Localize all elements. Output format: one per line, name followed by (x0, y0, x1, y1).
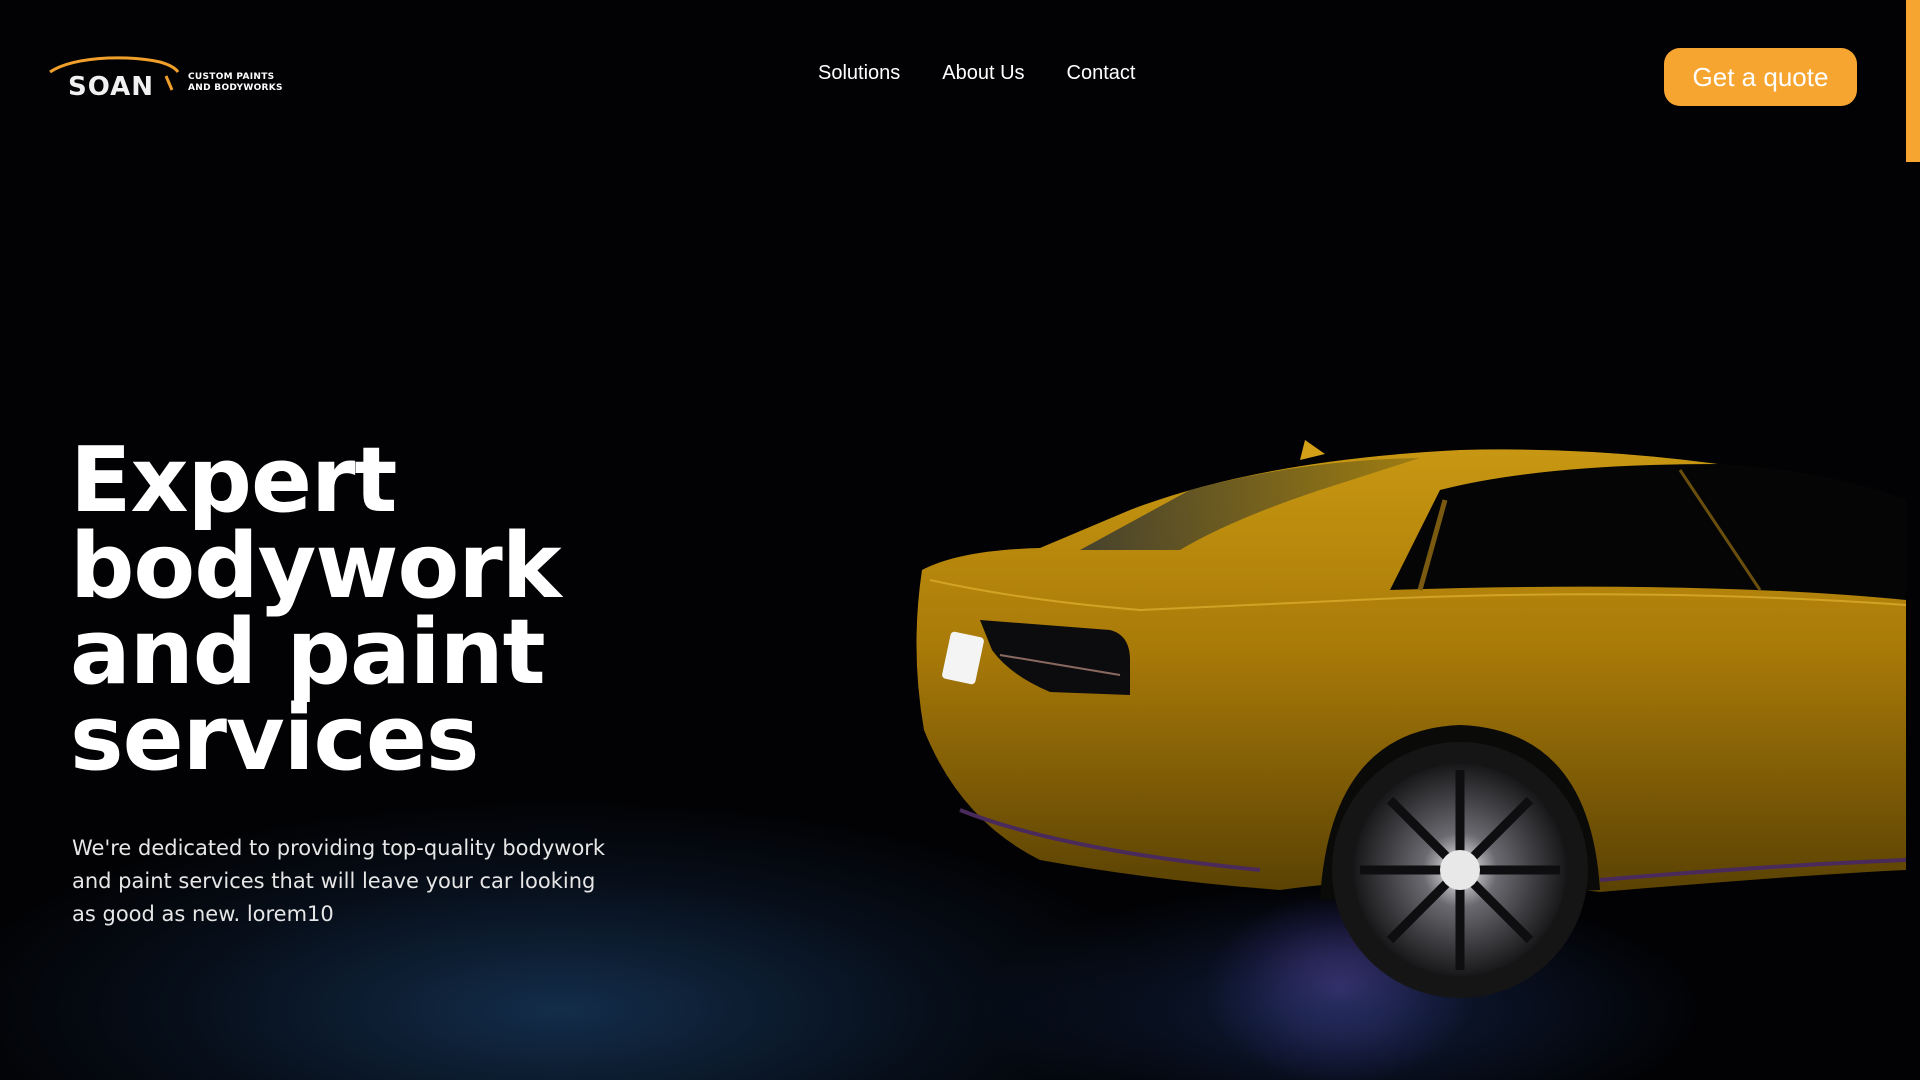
site-header: SOAN CUSTOM PAINTS AND BODYWORKS Solutio… (0, 0, 1920, 160)
logo-wordmark: SOAN (68, 72, 155, 102)
scrollbar-thumb[interactable] (1906, 0, 1920, 162)
tagline-line2: AND BODYWORKS (188, 83, 283, 93)
landing-page: SOAN CUSTOM PAINTS AND BODYWORKS Solutio… (0, 0, 1920, 1080)
get-a-quote-button[interactable]: Get a quote (1664, 48, 1857, 106)
tagline-line1: CUSTOM PAINTS (188, 72, 275, 82)
logo-tagline: CUSTOM PAINTS AND BODYWORKS (188, 72, 283, 94)
hero-title: Expert bodywork and paint services (70, 428, 562, 791)
nav-solutions[interactable]: Solutions (818, 62, 900, 85)
main-nav: Solutions About Us Contact (818, 62, 1135, 85)
nav-contact[interactable]: Contact (1067, 62, 1136, 85)
hero-subtitle: We're dedicated to providing top-quality… (72, 836, 606, 926)
brand-logo[interactable]: SOAN CUSTOM PAINTS AND BODYWORKS (48, 50, 283, 102)
logo-mark: SOAN (48, 50, 180, 102)
nav-about-us[interactable]: About Us (942, 62, 1024, 85)
car-illustration (916, 440, 1906, 998)
